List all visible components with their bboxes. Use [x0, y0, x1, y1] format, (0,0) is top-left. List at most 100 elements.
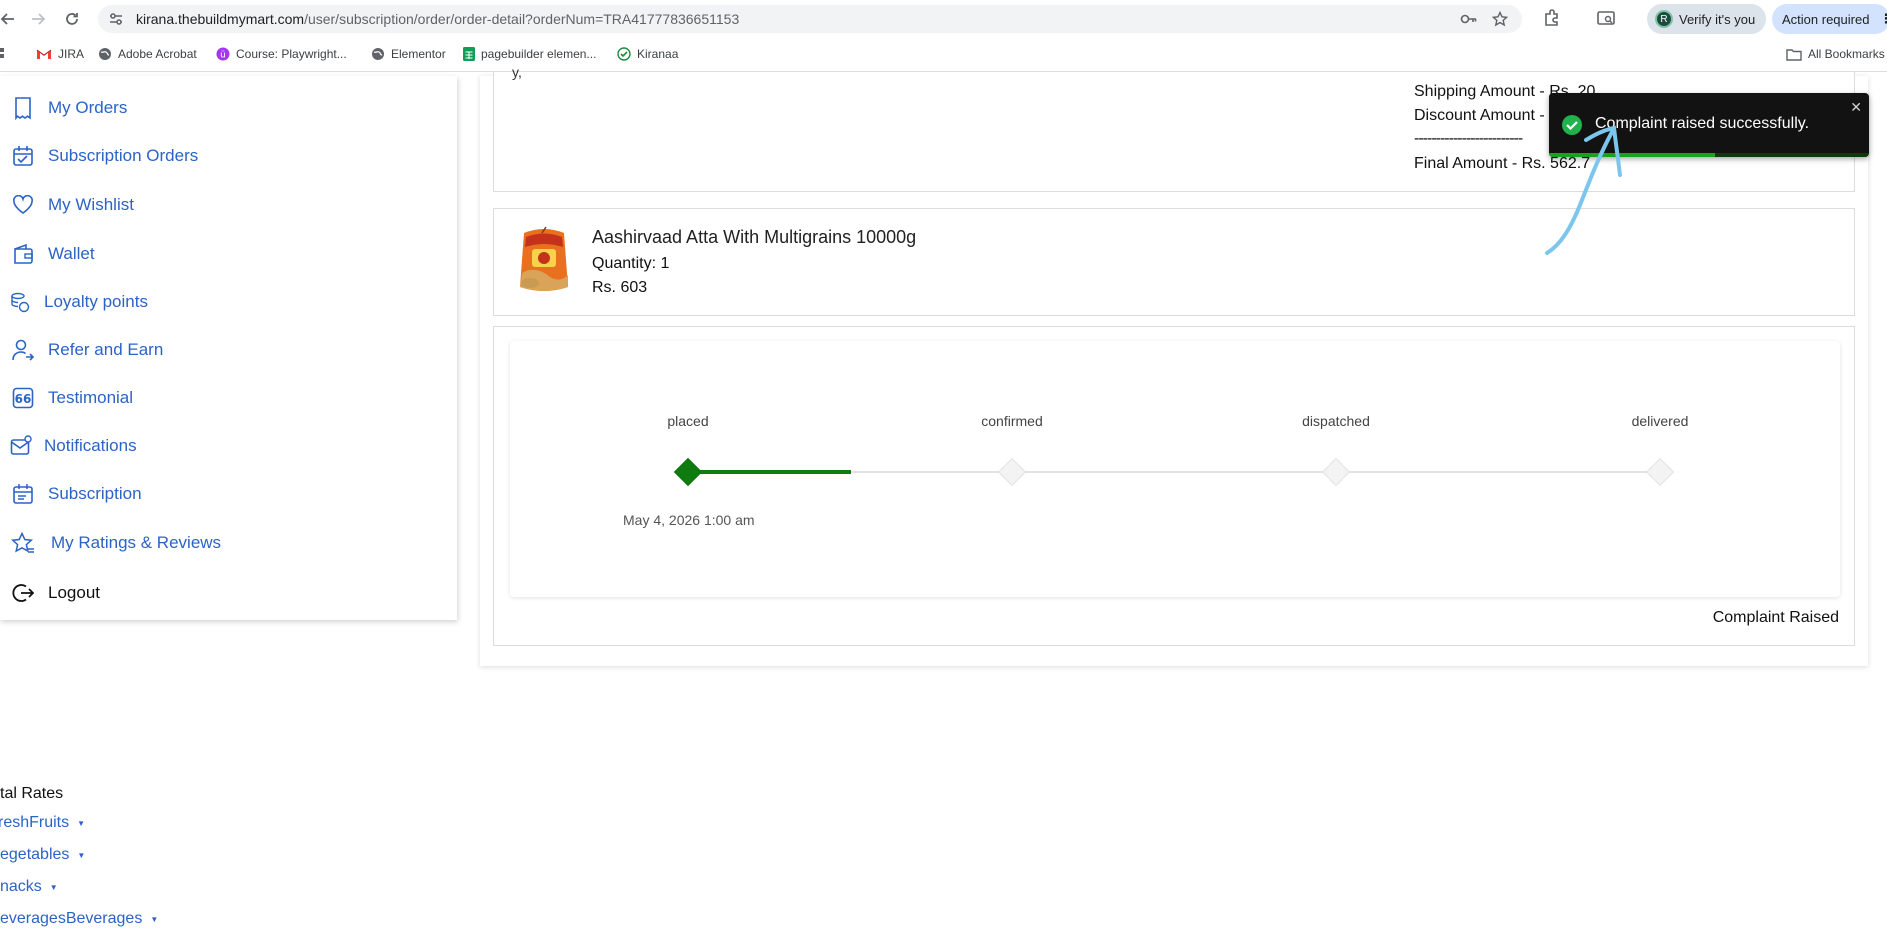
complaint-status: Complaint Raised [1712, 609, 1839, 626]
profile-avatar: R [1655, 10, 1673, 28]
sidebar-item-notifications[interactable]: Notifications [10, 430, 137, 462]
order-tracking-box: placed confirmed dispatched delivered Ma… [493, 326, 1855, 646]
wallet-icon [10, 243, 36, 265]
toast-progress-track [1549, 153, 1869, 157]
calendar-repeat-icon [10, 483, 36, 505]
footer-category-fresh-fruits[interactable]: reshFruits ▼ [0, 814, 85, 832]
category-label: egetables [0, 846, 70, 863]
caret-down-icon: ▼ [77, 818, 86, 828]
coins-icon [10, 291, 30, 313]
quote-icon: 66 [10, 387, 36, 409]
bookmark-star-icon[interactable] [1492, 11, 1508, 27]
footer-title: tal Rates [0, 785, 64, 802]
bookmark-kiranaa[interactable]: Kiranaa [617, 47, 678, 61]
order-tracker: placed confirmed dispatched delivered Ma… [510, 341, 1840, 597]
sidebar-item-testimonial[interactable]: 66 Testimonial [10, 382, 133, 414]
sidebar-item-label: My Orders [48, 98, 128, 117]
sidebar-item-label: Testimonial [48, 388, 134, 407]
password-key-icon[interactable] [1460, 11, 1478, 27]
bookmark-jira[interactable]: JIRA [36, 47, 84, 61]
sidebar-item-subscription[interactable]: Subscription [10, 478, 142, 510]
apps-grid-icon[interactable] [0, 47, 6, 61]
browser-toolbar: kirana.thebuildmymart.com/user/subscript… [0, 0, 1887, 38]
sidebar-item-refer-and-earn[interactable]: Refer and Earn [10, 334, 163, 366]
action-required-label: Action required [1782, 11, 1870, 27]
sidebar-item-label: Subscription [48, 484, 142, 503]
forward-button[interactable] [26, 7, 50, 31]
product-image[interactable] [516, 225, 572, 295]
tab-search-icon[interactable] [1596, 8, 1616, 28]
all-bookmarks-label: All Bookmarks [1808, 47, 1885, 61]
sidebar-item-loyalty-points[interactable]: Loyalty points [10, 286, 148, 318]
caret-down-icon: ▼ [49, 882, 58, 892]
category-label: everagesBeverages [0, 910, 143, 927]
action-required-chip[interactable]: Action required ⋮ [1772, 4, 1887, 34]
sidebar-item-label: My Wishlist [48, 195, 134, 214]
footer-category-beverages[interactable]: everagesBeverages ▼ [0, 910, 158, 928]
url-host: kirana.thebuildmymart.com [136, 11, 305, 27]
verify-label: Verify it's you [1679, 11, 1756, 27]
bookmark-course-playwright[interactable]: ü Course: Playwright... [216, 47, 347, 61]
bookmark-label: Elementor [391, 47, 446, 61]
sidebar-item-subscription-orders[interactable]: Subscription Orders [10, 140, 198, 172]
step-marker-delivered [1645, 457, 1675, 487]
sidebar-item-wallet[interactable]: Wallet [10, 238, 95, 270]
success-toast: Complaint raised successfully. ✕ [1549, 93, 1869, 157]
success-check-icon [1561, 114, 1583, 136]
order-item-card: Aashirvaad Atta With Multigrains 10000g … [493, 208, 1855, 316]
sidebar-item-my-wishlist[interactable]: My Wishlist [10, 189, 134, 221]
bookmark-pagebuilder[interactable]: pagebuilder elemen... [463, 47, 596, 61]
url-path: /user/subscription/order/order-detail?or… [304, 11, 740, 27]
bookmark-elementor[interactable]: Elementor [371, 47, 446, 61]
tracker-progress-line [688, 470, 851, 474]
sidebar-item-label: Notifications [44, 436, 137, 455]
account-sidebar: My Orders Subscription Orders My Wishlis… [0, 76, 457, 620]
user-share-icon [10, 338, 36, 362]
globe-icon [371, 47, 385, 61]
product-name[interactable]: Aashirvaad Atta With Multigrains 10000g [592, 227, 916, 248]
bookmark-adobe-acrobat[interactable]: Adobe Acrobat [98, 47, 197, 61]
step-marker-placed [673, 457, 703, 487]
check-circle-icon [617, 47, 631, 61]
address-bar[interactable]: kirana.thebuildmymart.com/user/subscript… [98, 5, 1522, 33]
footer-category-snacks[interactable]: nacks ▼ [0, 878, 58, 896]
bookmark-label: JIRA [58, 47, 85, 61]
bookmark-label: Adobe Acrobat [118, 47, 197, 61]
extensions-icon[interactable] [1542, 8, 1562, 28]
sidebar-item-my-orders[interactable]: My Orders [10, 92, 127, 124]
sidebar-item-label: Subscription Orders [48, 146, 199, 165]
toast-message: Complaint raised successfully. [1595, 115, 1810, 132]
svg-text:66: 66 [15, 392, 32, 406]
sidebar-item-ratings-reviews[interactable]: My Ratings & Reviews [10, 527, 221, 559]
gmail-icon [36, 48, 52, 60]
summary-separator: ------------------------- [1414, 130, 1523, 147]
discount-amount: Discount Amount - [1414, 107, 1545, 124]
heart-icon [10, 195, 36, 215]
more-menu-icon[interactable]: ⋮ [1879, 11, 1887, 27]
url-text: kirana.thebuildmymart.com/user/subscript… [136, 11, 739, 27]
bookmarks-bar: JIRA Adobe Acrobat ü Course: Playwright.… [0, 38, 1887, 72]
back-button[interactable] [0, 7, 20, 31]
verify-identity-chip[interactable]: R Verify it's you [1647, 4, 1766, 34]
step-label-dispatched: dispatched [1302, 413, 1370, 429]
udemy-icon: ü [216, 47, 230, 61]
step-marker-dispatched [1321, 457, 1351, 487]
step-marker-confirmed [997, 457, 1027, 487]
category-label: reshFruits [0, 814, 70, 831]
reload-button[interactable] [60, 7, 84, 31]
bookmark-label: Course: Playwright... [236, 47, 347, 61]
logout-icon [10, 582, 36, 604]
all-bookmarks-folder[interactable]: All Bookmarks [1786, 47, 1885, 61]
product-price: Rs. 603 [592, 279, 648, 296]
globe-icon [98, 47, 112, 61]
sidebar-item-logout[interactable]: Logout [10, 577, 100, 609]
site-info-icon[interactable] [108, 11, 124, 27]
step-label-delivered: delivered [1631, 413, 1689, 429]
step-label-confirmed: confirmed [981, 413, 1043, 429]
footer-category-vegetables[interactable]: egetables ▼ [0, 846, 85, 864]
sidebar-item-label: Logout [48, 583, 100, 602]
final-amount: Final Amount - Rs. 562.7 [1414, 155, 1591, 172]
product-quantity: Quantity: 1 [592, 255, 670, 272]
svg-text:ü: ü [220, 51, 226, 61]
close-icon[interactable]: ✕ [1850, 99, 1862, 116]
